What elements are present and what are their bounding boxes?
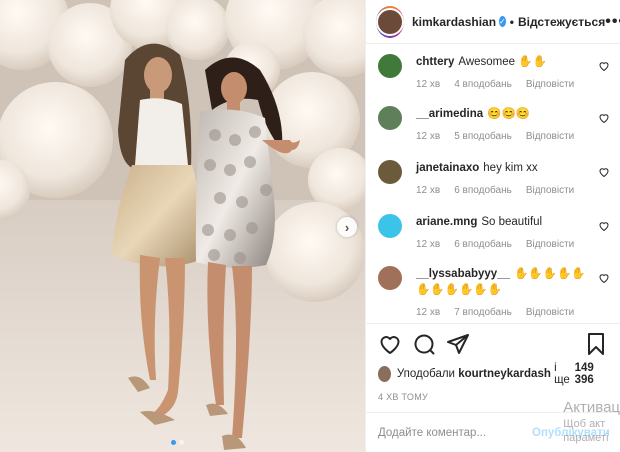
like-heart-icon[interactable] xyxy=(378,332,402,356)
comment-avatar[interactable] xyxy=(378,214,402,238)
carousel-dots xyxy=(171,440,184,445)
following-button[interactable]: Відстежується xyxy=(518,15,605,29)
likes-middle: і ще xyxy=(554,362,570,386)
photo-illustration xyxy=(0,0,365,452)
post-dialog: › kimkardashian ✓ • Відстежується ••• ch… xyxy=(0,0,620,452)
bookmark-icon[interactable] xyxy=(584,332,608,356)
post-photo[interactable]: › xyxy=(0,0,365,452)
more-options-icon[interactable]: ••• xyxy=(605,13,620,31)
reply-button[interactable]: Відповісти xyxy=(526,239,574,250)
comment-username[interactable]: ariane.mng xyxy=(416,216,477,228)
comment-username[interactable]: janetainaxo xyxy=(416,162,479,174)
comment-username[interactable]: chttery xyxy=(416,56,454,68)
heart-icon[interactable] xyxy=(598,60,610,72)
chevron-right-icon: › xyxy=(344,219,350,235)
publish-comment-button[interactable]: Опублікувати xyxy=(532,427,610,439)
comment-bubble-icon[interactable] xyxy=(412,332,436,356)
comment-text: hey kim xx xyxy=(483,162,538,174)
carousel-dot-1 xyxy=(171,440,176,445)
author-username[interactable]: kimkardashian xyxy=(412,15,496,29)
comment-avatar[interactable] xyxy=(378,160,402,184)
comment-likes[interactable]: 6 вподобань xyxy=(454,185,512,196)
heart-icon[interactable] xyxy=(598,220,610,232)
comment-time: 12 хв xyxy=(416,131,441,142)
comment-item: chttery Awesomee ✋✋ 12 хв 4 вподобань Від… xyxy=(378,50,610,102)
heart-icon[interactable] xyxy=(598,166,610,178)
author-avatar-image xyxy=(376,7,404,36)
comment-avatar[interactable] xyxy=(378,266,402,290)
comment-item: janetainaxo hey kim xx 12 хв 6 вподобань … xyxy=(378,156,610,210)
comment-text: 😊😊😊 xyxy=(487,108,531,120)
action-bar xyxy=(378,332,608,356)
heart-icon[interactable] xyxy=(598,272,610,284)
share-paper-plane-icon[interactable] xyxy=(446,332,470,356)
next-slide-button[interactable]: › xyxy=(337,217,357,237)
post-actions: Уподобали kourtneykardash і ще 149 396 4… xyxy=(366,323,620,402)
liker-username[interactable]: kourtneykardash xyxy=(458,368,551,380)
comment-text: Awesomee ✋✋ xyxy=(458,56,547,68)
reply-button[interactable]: Відповісти xyxy=(526,131,574,142)
heart-icon[interactable] xyxy=(598,112,610,124)
verified-badge-icon: ✓ xyxy=(499,16,506,27)
post-side-panel: kimkardashian ✓ • Відстежується ••• chtt… xyxy=(365,0,620,452)
likes-summary: Уподобали kourtneykardash і ще 149 396 xyxy=(378,362,608,386)
carousel-dot-2 xyxy=(179,440,184,445)
comment-item: ariane.mng So beautiful 12 хв 6 вподобань… xyxy=(378,210,610,262)
liker-avatar[interactable] xyxy=(378,366,391,382)
comment-input[interactable] xyxy=(378,426,532,439)
header-separator: • xyxy=(509,14,514,29)
comment-likes[interactable]: 6 вподобань xyxy=(454,239,512,250)
reply-button[interactable]: Відповісти xyxy=(526,79,574,90)
comment-avatar[interactable] xyxy=(378,54,402,78)
comment-time: 12 хв xyxy=(416,239,441,250)
comment-username[interactable]: __lyssababyyy__ xyxy=(416,268,510,280)
comment-likes[interactable]: 7 вподобань xyxy=(454,307,512,318)
comment-avatar[interactable] xyxy=(378,106,402,130)
comment-item: __arimedina 😊😊😊 12 хв 5 вподобань Відпові… xyxy=(378,102,610,156)
add-comment-bar: Опублікувати xyxy=(366,412,620,452)
comment-likes[interactable]: 4 вподобань xyxy=(454,79,512,90)
reply-button[interactable]: Відповісти xyxy=(526,307,574,318)
comment-time: 12 хв xyxy=(416,307,441,318)
comments-list[interactable]: chttery Awesomee ✋✋ 12 хв 4 вподобань Від… xyxy=(366,44,620,323)
comment-time: 12 хв xyxy=(416,79,441,90)
comment-text: So beautiful xyxy=(481,216,543,228)
reply-button[interactable]: Відповісти xyxy=(526,185,574,196)
comment-username[interactable]: __arimedina xyxy=(416,108,483,120)
comment-time: 12 хв xyxy=(416,185,441,196)
post-timestamp[interactable]: 4 ХВ ТОМУ xyxy=(378,392,608,402)
likes-count[interactable]: 149 396 xyxy=(575,362,608,386)
comment-likes[interactable]: 5 вподобань xyxy=(454,131,512,142)
likes-prefix: Уподобали xyxy=(396,368,455,380)
author-avatar[interactable] xyxy=(376,5,404,38)
comment-item: __lyssababyyy__ ✋✋✋✋✋✋✋✋✋✋✋ 12 хв 7 вподо… xyxy=(378,262,610,323)
post-header: kimkardashian ✓ • Відстежується ••• xyxy=(366,0,620,44)
